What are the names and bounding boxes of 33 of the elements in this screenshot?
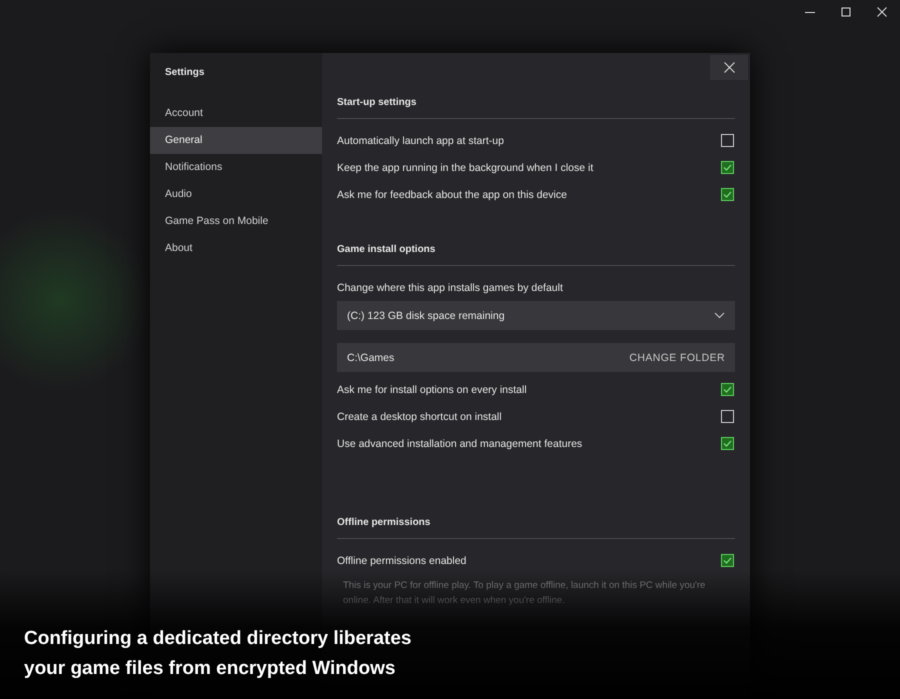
checkbox[interactable] — [721, 554, 734, 567]
folder-path: C:\Games — [347, 352, 394, 364]
checkbox[interactable] — [721, 437, 734, 450]
checkbox[interactable] — [721, 383, 734, 396]
setting-label: Create a desktop shortcut on install — [337, 410, 502, 422]
setting-label: Use advanced installation and management features — [337, 438, 582, 450]
setting-label: Automatically launch app at start-up — [337, 134, 504, 146]
setting-label: Ask me for feedback about the app on this device — [337, 188, 567, 200]
setting-label: Change where this app installs games by default — [337, 281, 564, 296]
sidebar-item[interactable]: Account — [150, 100, 322, 127]
checkbox[interactable] — [721, 161, 734, 174]
setting-label: Ask me for install options on every install — [337, 384, 527, 396]
section-heading: Game install options — [337, 244, 735, 266]
change-folder-button[interactable]: CHANGE FOLDER — [629, 348, 725, 368]
setting-label: Offline permissions enabled — [337, 554, 466, 566]
sidebar-item[interactable]: Notifications — [150, 154, 322, 181]
section-heading: Start-up settings — [337, 97, 735, 119]
sidebar-item[interactable]: About — [150, 235, 322, 262]
close-icon — [724, 62, 734, 73]
setting-label: Keep the app running in the background when I close it — [337, 162, 594, 174]
drive-dropdown[interactable]: (C:) 123 GB disk space remaining — [337, 301, 735, 330]
sidebar-title: Settings — [164, 67, 206, 78]
caption-text: Configuring a dedicated directory liberates your game files from encrypted Windows — [24, 627, 412, 681]
checkbox[interactable] — [721, 188, 734, 201]
sidebar-item[interactable]: Audio — [150, 181, 322, 208]
checkbox[interactable] — [721, 410, 734, 423]
sidebar-item[interactable]: General — [150, 127, 322, 154]
chevron-down-icon — [714, 312, 725, 319]
description-text: This is your PC for offline play. To play a game offline, launch it on this PC while you're online. After that it will work even when you're offline. — [342, 579, 706, 608]
close-button[interactable] — [710, 55, 748, 80]
sidebar-item[interactable]: Game Pass on Mobile — [150, 208, 322, 235]
checkbox[interactable] — [721, 134, 734, 147]
section-heading: Offline permissions — [337, 517, 735, 539]
